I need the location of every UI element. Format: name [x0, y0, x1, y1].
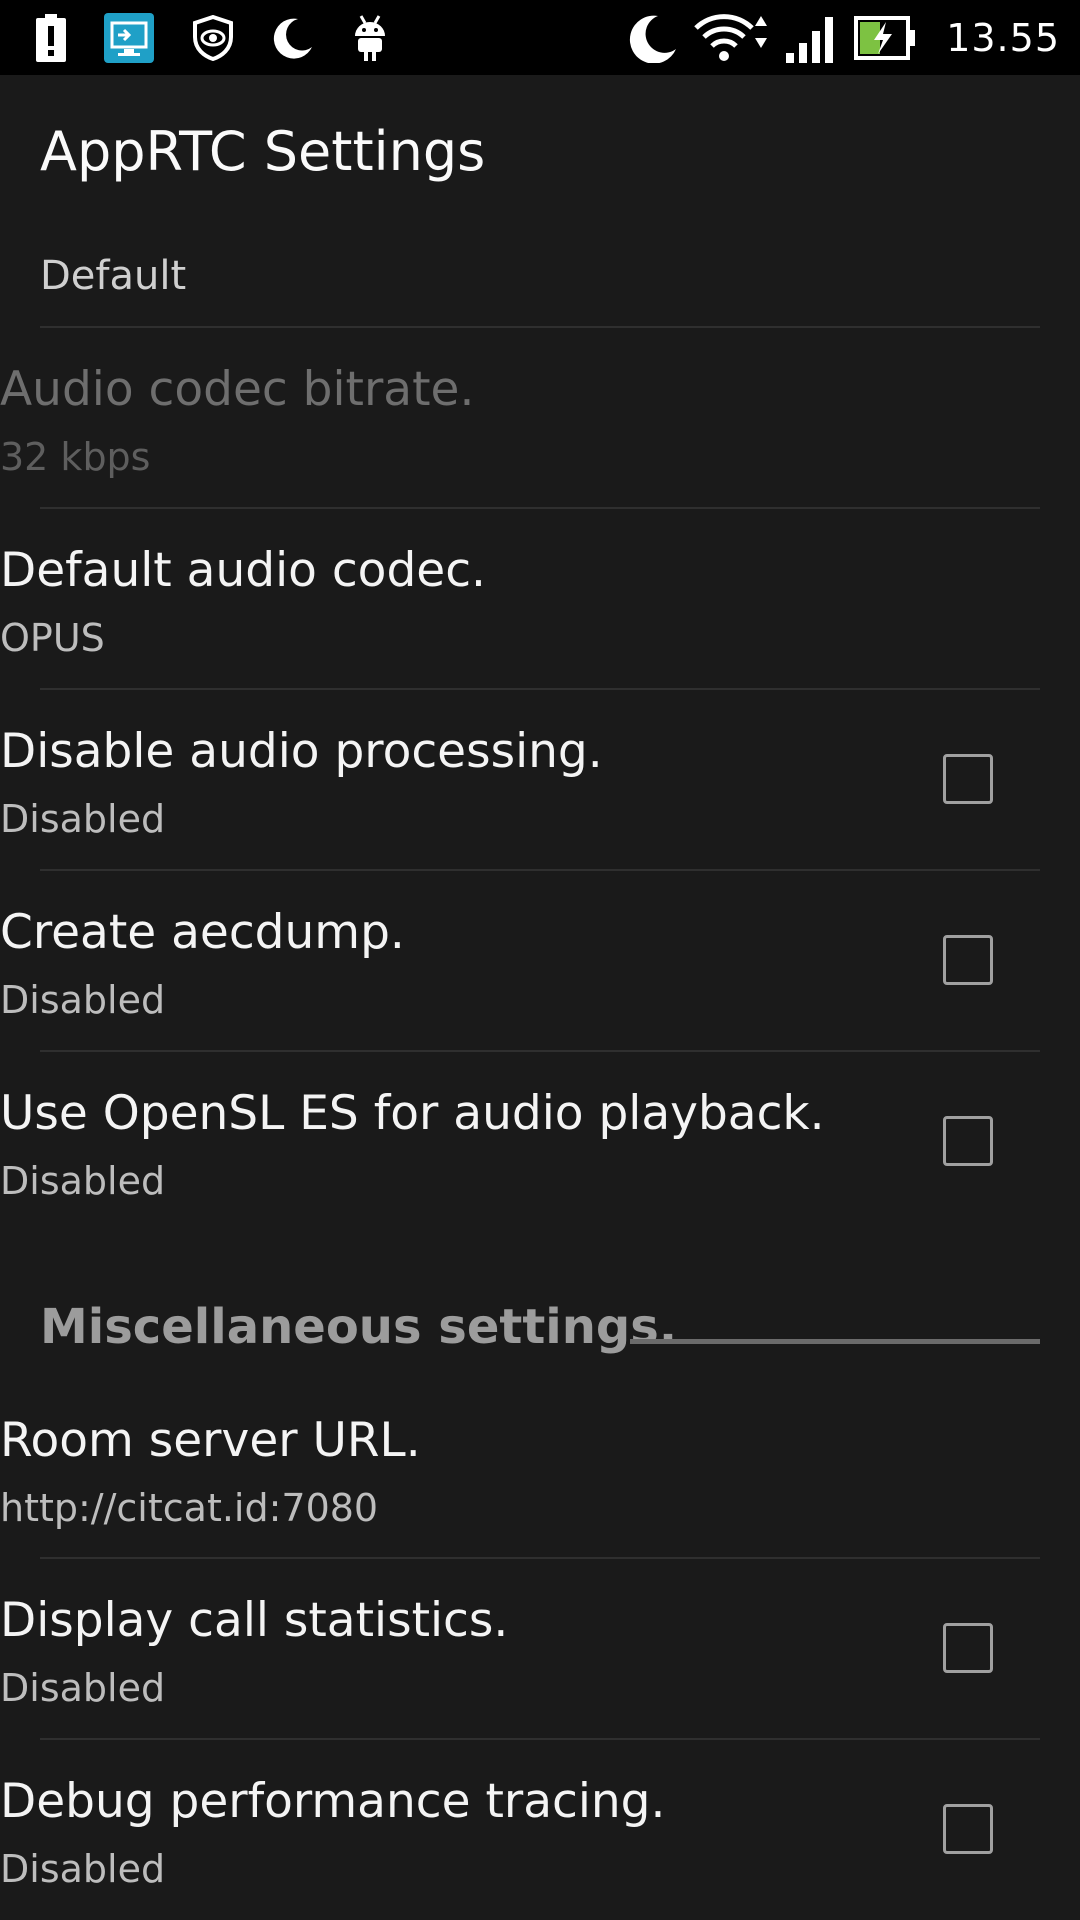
divider [40, 1050, 1040, 1052]
status-notification-icons [36, 0, 388, 75]
default-label[interactable]: Default [40, 256, 186, 296]
pref-room-server-url[interactable]: Room server URL. http://citcat.id:7080 [0, 1417, 1000, 1557]
divider [40, 869, 1040, 871]
pref-use-opensl-es[interactable]: Use OpenSL ES for audio playback. Disabl… [0, 1090, 1000, 1230]
category-title: Miscellaneous settings. [40, 1299, 678, 1355]
battery-charging-icon [854, 8, 916, 68]
divider [40, 1557, 1040, 1559]
pref-summary: Disabled [0, 978, 166, 1022]
pref-title: Audio codec bitrate. [0, 362, 475, 417]
pref-title: Room server URL. [0, 1413, 421, 1468]
pref-summary: 32 kbps [0, 435, 151, 479]
pref-default-audio-codec[interactable]: Default audio codec. OPUS [0, 547, 1000, 687]
pref-debug-performance-tracing[interactable]: Debug performance tracing. Disabled [0, 1778, 1000, 1918]
status-bar: 13.55 [0, 0, 1080, 75]
page-title: AppRTC Settings [40, 120, 486, 183]
category-header-miscellaneous: Miscellaneous settings. [40, 1303, 1040, 1363]
moon-icon [272, 8, 314, 68]
status-system-icons: 13.55 [628, 0, 1060, 75]
android-icon [352, 8, 388, 68]
pref-title: Use OpenSL ES for audio playback. [0, 1086, 825, 1141]
create-aecdump-checkbox[interactable] [943, 935, 993, 985]
divider [40, 326, 1040, 328]
moon-icon [628, 8, 678, 68]
pref-display-call-statistics[interactable]: Display call statistics. Disabled [0, 1597, 1000, 1737]
pref-title: Disable audio processing. [0, 724, 603, 779]
wifi-icon [694, 8, 770, 68]
status-time: 13.55 [946, 15, 1060, 60]
pref-title: Debug performance tracing. [0, 1774, 666, 1829]
pref-summary: Disabled [0, 1159, 166, 1203]
pref-summary: Disabled [0, 1847, 166, 1891]
alert-battery-icon [36, 8, 66, 68]
display-call-statistics-checkbox[interactable] [943, 1623, 993, 1673]
pref-disable-audio-processing[interactable]: Disable audio processing. Disabled [0, 728, 1000, 868]
pref-summary: OPUS [0, 616, 105, 660]
screen-share-icon [104, 8, 154, 68]
pref-audio-codec-bitrate: Audio codec bitrate. 32 kbps [0, 366, 1000, 506]
pref-title: Create aecdump. [0, 905, 405, 960]
cell-signal-icon [786, 8, 838, 68]
divider [40, 507, 1040, 509]
disable-audio-processing-checkbox[interactable] [943, 754, 993, 804]
pref-summary: Disabled [0, 797, 166, 841]
pref-title: Display call statistics. [0, 1593, 509, 1648]
shield-icon [192, 8, 234, 68]
pref-summary: http://citcat.id:7080 [0, 1486, 379, 1530]
use-opensl-es-checkbox[interactable] [943, 1116, 993, 1166]
category-divider [630, 1339, 1040, 1344]
debug-performance-tracing-checkbox[interactable] [943, 1804, 993, 1854]
pref-create-aecdump[interactable]: Create aecdump. Disabled [0, 909, 1000, 1049]
divider [40, 1738, 1040, 1740]
pref-summary: Disabled [0, 1666, 166, 1710]
divider [40, 688, 1040, 690]
pref-title: Default audio codec. [0, 543, 486, 598]
